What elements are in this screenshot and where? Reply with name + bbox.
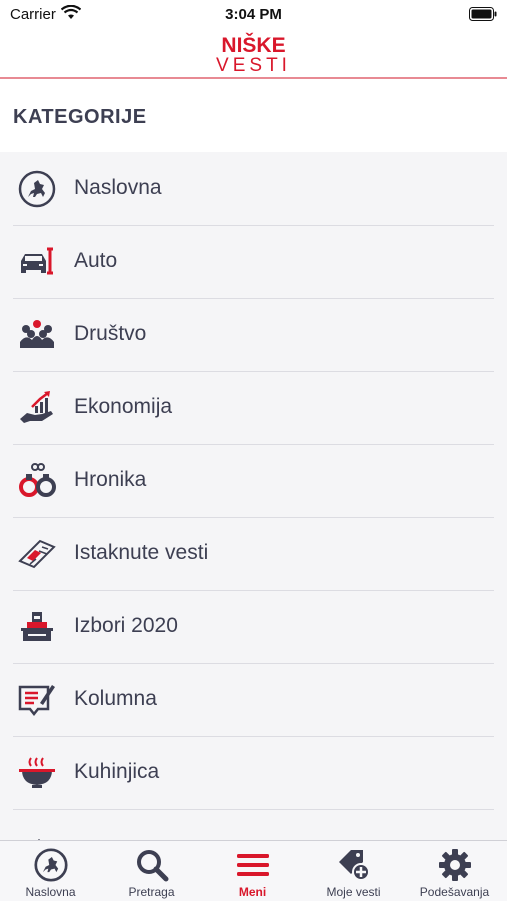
category-row-istaknute-vesti[interactable]: Istaknute vesti	[13, 517, 494, 591]
tab-podesavanja[interactable]: Podešavanja	[404, 841, 505, 901]
category-label: Društvo	[74, 322, 147, 345]
battery-icon	[469, 7, 497, 25]
category-row-kuhinjica[interactable]: Kuhinjica	[13, 736, 494, 810]
tab-label: Moje vesti	[326, 885, 381, 899]
tab-naslovna[interactable]: Naslovna	[0, 841, 101, 901]
logo-line1: NIŠKE	[221, 34, 286, 57]
category-label: Auto	[74, 249, 118, 272]
category-label: Ekonomija	[74, 395, 173, 418]
people-group-icon	[18, 316, 56, 354]
logo-line2: VESTI	[216, 55, 291, 76]
category-row-naslovna[interactable]: Naslovna	[13, 152, 494, 226]
ballot-box-icon	[18, 608, 56, 646]
category-row-izbori-2020[interactable]: Izbori 2020	[13, 590, 494, 664]
search-icon	[135, 848, 169, 882]
header-divider	[0, 77, 507, 79]
category-row-auto[interactable]: Auto	[13, 225, 494, 299]
section-title: KATEGORIJE	[13, 106, 147, 128]
handcuffs-icon	[18, 462, 56, 500]
tab-bar: Naslovna Pretraga Meni Moje vesti Podeša…	[0, 840, 507, 901]
tab-label: Pretraga	[128, 885, 175, 899]
category-label: Naslovna	[74, 176, 162, 199]
tab-meni[interactable]: Meni	[202, 841, 303, 901]
cooking-pot-icon	[18, 754, 56, 792]
tag-add-icon	[337, 848, 371, 882]
status-bar: Carrier 3:04 PM	[0, 0, 507, 28]
menu-icon	[236, 848, 270, 882]
category-row-hronika[interactable]: Hronika	[13, 444, 494, 518]
app-logo: NIŠKE VESTI	[0, 33, 507, 75]
category-list[interactable]: Naslovna Auto Društvo Ekonomija Hronika …	[0, 152, 507, 840]
gear-icon	[438, 848, 472, 882]
next-row-peek-icon	[34, 833, 44, 840]
category-label: Hronika	[74, 468, 147, 491]
column-writing-icon	[18, 681, 56, 719]
tab-label: Naslovna	[25, 885, 76, 899]
horseman-emblem-icon	[34, 848, 68, 882]
status-time: 3:04 PM	[225, 6, 282, 23]
car-wrench-icon	[18, 243, 56, 281]
tab-moje-vesti[interactable]: Moje vesti	[303, 841, 404, 901]
category-row-drustvo[interactable]: Društvo	[13, 298, 494, 372]
category-row-ekonomija[interactable]: Ekonomija	[13, 371, 494, 445]
category-label: Istaknute vesti	[74, 541, 209, 564]
category-label: Kuhinjica	[74, 760, 160, 783]
category-row-kolumna[interactable]: Kolumna	[13, 663, 494, 737]
category-label: Kolumna	[74, 687, 157, 710]
tab-pretraga[interactable]: Pretraga	[101, 841, 202, 901]
newspaper-icon	[18, 535, 56, 573]
tab-label: Meni	[238, 885, 267, 899]
hand-growth-chart-icon	[18, 389, 56, 427]
horseman-emblem-icon	[18, 170, 56, 208]
category-label: Izbori 2020	[74, 614, 178, 637]
tab-label: Podešavanja	[419, 885, 490, 899]
section-header: KATEGORIJE	[0, 80, 507, 152]
